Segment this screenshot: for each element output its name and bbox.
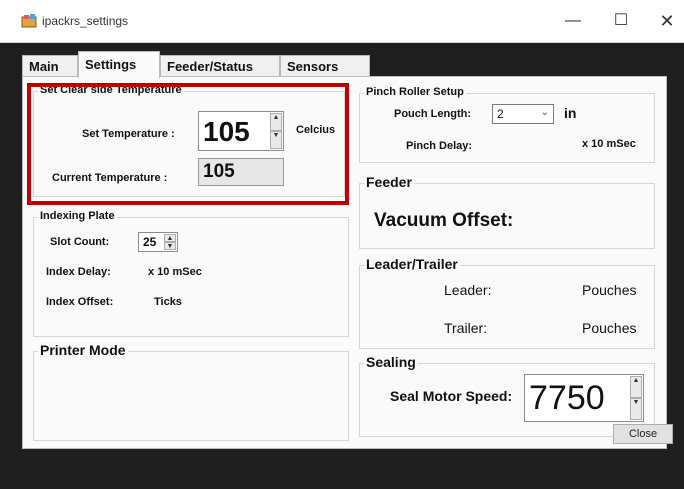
current-temperature-label: Current Temperature : (52, 172, 168, 184)
index-offset-label: Index Offset: (46, 296, 114, 308)
sealing-title: Sealing (364, 354, 418, 370)
spin-up-icon[interactable]: ▲ (270, 113, 282, 131)
pinch-delay-unit: x 10 mSec (582, 138, 636, 150)
minimize-button[interactable]: — (558, 10, 588, 32)
leader-unit: Pouches (582, 282, 637, 298)
printer-mode-title: Printer Mode (38, 342, 128, 358)
pouch-length-unit: in (564, 105, 577, 121)
seal-motor-speed-spinner[interactable]: 7750 ▲ ▼ (524, 374, 644, 422)
window-close-button[interactable]: ✕ (652, 10, 682, 32)
trailer-unit: Pouches (582, 320, 637, 336)
feeder-group: Feeder Vacuum Offset: (359, 174, 655, 249)
temperature-group-title: Set Clear side Temperature (38, 84, 184, 96)
tab-feeder-status[interactable]: Feeder/Status (160, 55, 280, 77)
index-delay-label: Index Delay: (46, 266, 111, 278)
window-title: ipackrs_settings (42, 14, 129, 28)
tab-settings[interactable]: Settings (78, 51, 160, 78)
app-icon (21, 14, 37, 28)
spin-down-icon[interactable]: ▼ (270, 131, 282, 149)
slot-count-spinner[interactable]: 25 ▲ ▼ (138, 232, 178, 252)
pouch-length-value: 2 (497, 107, 504, 121)
temperature-group: Set Clear side Temperature Set Temperatu… (33, 84, 345, 197)
slot-count-value: 25 (143, 235, 157, 249)
index-offset-unit: Ticks (154, 296, 182, 308)
trailer-label: Trailer: (444, 320, 488, 336)
pinch-roller-group: Pinch Roller Setup Pouch Length: 2 ⌄ in … (359, 86, 655, 163)
leader-label: Leader: (444, 282, 492, 298)
leader-trailer-title: Leader/Trailer (364, 256, 460, 272)
seal-motor-speed-label: Seal Motor Speed: (390, 388, 513, 404)
leader-trailer-group: Leader/Trailer Leader: Pouches Trailer: … (359, 256, 655, 349)
set-temperature-spinner[interactable]: 105 ▲ ▼ (198, 111, 284, 151)
pinch-roller-title: Pinch Roller Setup (364, 86, 466, 98)
spin-up-icon[interactable]: ▲ (164, 234, 176, 242)
spin-arrow-icons: ▲ ▼ (270, 113, 282, 149)
spin-up-icon[interactable]: ▲ (630, 376, 642, 398)
client-area: Main Settings Feeder/Status Sensors Set … (0, 43, 684, 489)
spin-arrow-icons: ▲ ▼ (164, 234, 176, 250)
chevron-down-icon: ⌄ (540, 107, 549, 118)
seal-motor-speed-value: 7750 (529, 379, 605, 417)
maximize-button[interactable]: ☐ (606, 10, 636, 32)
spin-down-icon[interactable]: ▼ (630, 398, 642, 420)
pouch-length-dropdown[interactable]: 2 ⌄ (492, 104, 554, 124)
close-button[interactable]: Close (613, 424, 673, 444)
indexing-plate-title: Indexing Plate (38, 210, 117, 222)
current-temperature-field: 105 (198, 158, 284, 186)
slot-count-label: Slot Count: (50, 236, 110, 248)
spin-arrow-icons: ▲ ▼ (630, 376, 642, 420)
indexing-plate-group: Indexing Plate Slot Count: 25 ▲ ▼ Index … (33, 210, 349, 337)
index-delay-unit: x 10 mSec (148, 266, 202, 278)
set-temperature-value: 105 (203, 116, 250, 147)
pouch-length-label: Pouch Length: (394, 108, 471, 120)
printer-mode-group: Printer Mode (33, 342, 349, 441)
vacuum-offset-label: Vacuum Offset: (374, 210, 514, 231)
temperature-unit: Celcius (296, 124, 336, 136)
sealing-group: Sealing Seal Motor Speed: 7750 ▲ ▼ (359, 354, 655, 437)
set-temperature-label: Set Temperature : (82, 128, 175, 140)
title-bar: ipackrs_settings — ☐ ✕ (0, 0, 684, 43)
tab-main[interactable]: Main (22, 55, 78, 77)
feeder-title: Feeder (364, 174, 414, 190)
settings-panel: Set Clear side Temperature Set Temperatu… (22, 76, 667, 449)
pinch-delay-label: Pinch Delay: (406, 140, 473, 152)
spin-down-icon[interactable]: ▼ (164, 242, 176, 250)
tab-sensors[interactable]: Sensors (280, 55, 370, 77)
